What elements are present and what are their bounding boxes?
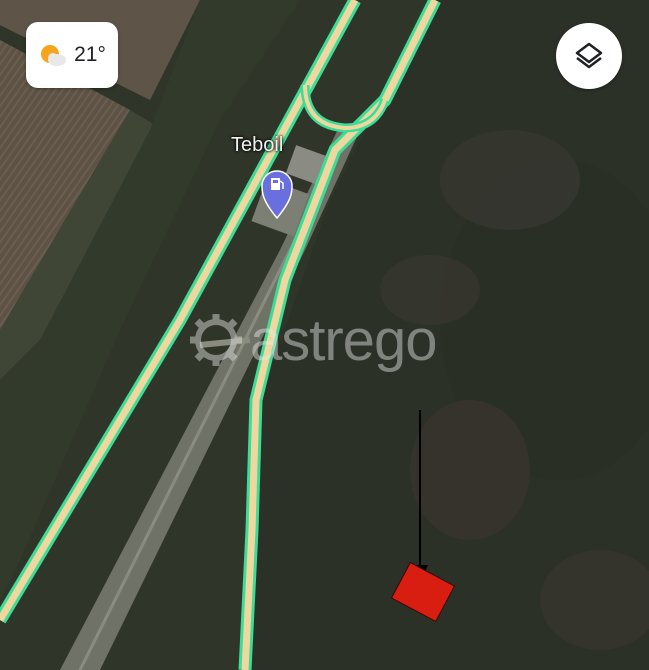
partly-sunny-icon — [41, 45, 67, 66]
layers-icon — [575, 42, 603, 69]
weather-chip[interactable]: 21° — [26, 22, 118, 88]
poi-label[interactable]: Teboil — [231, 134, 283, 157]
layers-button[interactable] — [556, 23, 622, 89]
temperature-text: 21° — [74, 43, 106, 66]
satellite-map[interactable] — [0, 0, 649, 670]
